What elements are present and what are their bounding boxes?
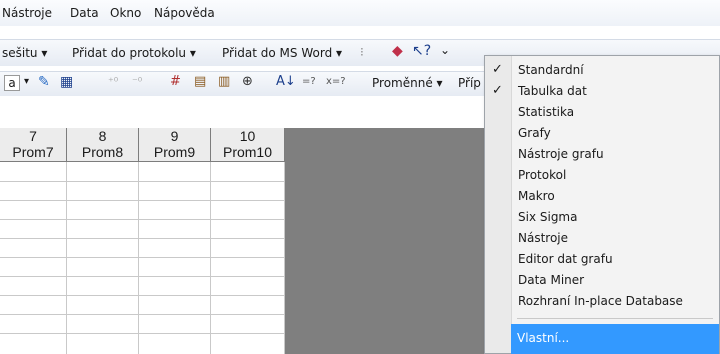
toolbar-options-icon[interactable]: ⌄ (440, 43, 450, 57)
menu-item-tabulka-dat[interactable]: ✓ Tabulka dat (492, 81, 719, 102)
menu-gutter (485, 56, 512, 353)
column-number: 8 (98, 128, 107, 144)
sort-icon[interactable]: A↓ (276, 74, 296, 89)
menu-item-nastroje[interactable]: Nástroje (512, 228, 719, 249)
add-to-word-button[interactable]: Přidat do MS Word ▾ (222, 46, 342, 60)
toolbars-context-menu: ✓ Standardní ✓ Tabulka dat Statistika Gr… (484, 55, 720, 354)
variables-dropdown[interactable]: Proměnné ▾ (372, 76, 443, 90)
column-name: Prom8 (81, 144, 124, 160)
menu-item-statistika[interactable]: Statistika (512, 102, 719, 123)
column-header-8[interactable]: 8 Prom8 (67, 128, 139, 162)
column-header-9[interactable]: 9 Prom9 (139, 128, 211, 162)
insert-rows-icon[interactable]: ▥ (218, 74, 230, 89)
menu-item-data-miner[interactable]: Data Miner (512, 270, 719, 291)
compare-icon[interactable]: =? (302, 76, 316, 87)
menu-okno[interactable]: Okno (110, 6, 141, 20)
grid-row-line (0, 333, 285, 334)
column-name: Prom9 (153, 144, 196, 160)
grid-row-line (0, 276, 285, 277)
menu-item-vlastni[interactable]: Vlastní... (511, 324, 719, 354)
menu-item-standardni[interactable]: ✓ Standardní (492, 60, 719, 81)
menu-separator (517, 318, 713, 319)
menu-data[interactable]: Data (70, 6, 99, 20)
column-header-7[interactable]: 7 Prom7 (0, 128, 67, 162)
column-number: 9 (170, 128, 179, 144)
lock-icon[interactable]: ⊕ (242, 74, 253, 89)
menu-bar: Nástroje Data Okno Nápověda (0, 0, 720, 26)
add-to-protocol-button[interactable]: Přidat do protokolu ▾ (72, 46, 196, 60)
menu-item-six-sigma[interactable]: Six Sigma (512, 207, 719, 228)
column-header-10[interactable]: 10 Prom10 (211, 128, 285, 162)
workbook-dropdown[interactable]: sešitu ▾ (2, 46, 47, 60)
grid-column-divider (138, 162, 139, 354)
decimal-decrease-icon[interactable]: ⁻⁰ (132, 75, 142, 88)
grid-row-line (0, 257, 285, 258)
menu-item-protokol[interactable]: Protokol (512, 165, 719, 186)
record-icon[interactable]: ◆ (392, 43, 403, 59)
menu-item-grafy[interactable]: Grafy (512, 123, 719, 144)
column-name: Prom10 (222, 144, 273, 160)
decimal-increase-icon[interactable]: ⁺⁰ (108, 75, 118, 88)
brush-icon[interactable]: ⁝ (360, 45, 364, 59)
compare-multiple-icon[interactable]: x=? (326, 76, 346, 87)
menu-item-in-place-database[interactable]: Rozhraní In-place Database (512, 291, 719, 312)
dropdown-arrow-icon[interactable]: ▾ (24, 76, 29, 87)
menu-napoveda[interactable]: Nápověda (154, 6, 215, 20)
grid-row-line (0, 295, 285, 296)
grid-column-divider (66, 162, 67, 354)
grid-row-line (0, 200, 285, 201)
grid-row-line (0, 219, 285, 220)
menu-nastroje[interactable]: Nástroje (2, 6, 52, 20)
menu-item-editor-dat-grafu[interactable]: Editor dat grafu (512, 249, 719, 270)
column-name: Prom7 (12, 144, 54, 160)
cases-dropdown[interactable]: Příp (458, 76, 481, 90)
checkmark-icon: ✓ (492, 83, 503, 98)
grid-column-divider (210, 162, 211, 354)
grid-column-divider (284, 162, 285, 354)
format-icon[interactable]: a (4, 75, 20, 91)
grid-row-line (0, 181, 285, 182)
menu-item-makro[interactable]: Makro (512, 186, 719, 207)
help-pointer-icon[interactable]: ↖? (412, 43, 431, 59)
tag-icon[interactable]: ✎ (38, 74, 50, 90)
grid-row-line (0, 314, 285, 315)
checkmark-icon: ✓ (492, 62, 503, 77)
insert-icon[interactable]: ▤ (194, 74, 206, 89)
grid-icon[interactable]: ▦ (60, 74, 73, 90)
grid-row-line (0, 238, 285, 239)
column-number: 10 (239, 128, 256, 144)
menu-item-nastroje-grafu[interactable]: Nástroje grafu (512, 144, 719, 165)
column-number: 7 (29, 128, 37, 144)
split-icon[interactable]: # (170, 74, 181, 89)
